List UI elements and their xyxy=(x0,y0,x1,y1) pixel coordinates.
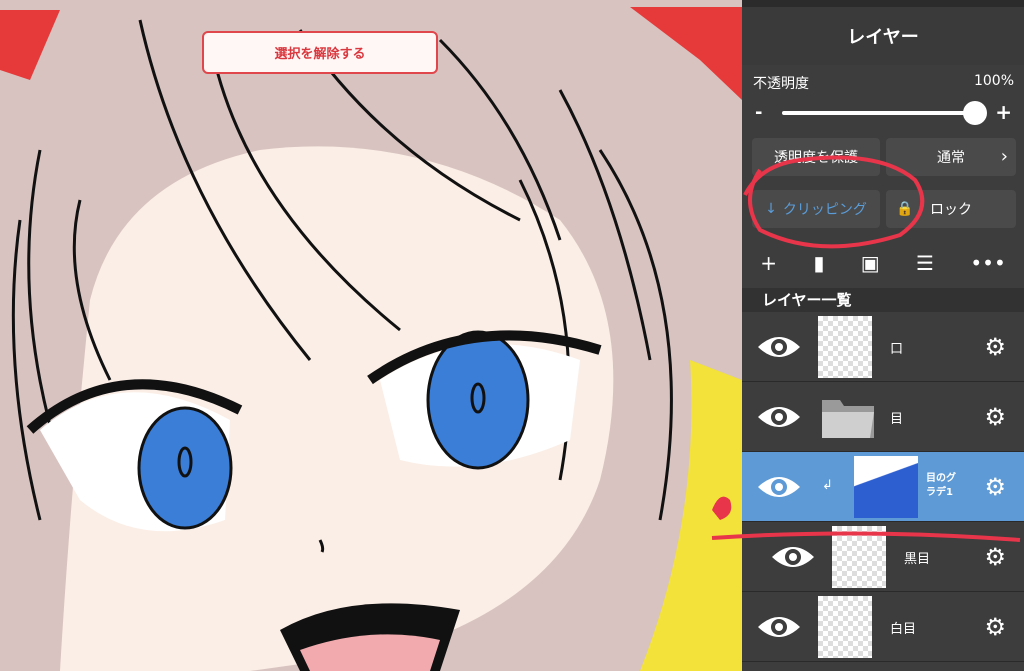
clipping-button[interactable]: ↓ クリッピング xyxy=(752,190,880,228)
layer-row[interactable]: 黒目 ⚙ xyxy=(742,522,1024,592)
lock-icon: 🔒 xyxy=(896,201,914,217)
layer-name: 目のグラデ1 xyxy=(926,473,956,498)
trash-icon[interactable]: ▮ xyxy=(813,251,824,275)
layer-row[interactable]: 白目 ⚙ xyxy=(742,592,1024,662)
clip-arrow-icon: ↲ xyxy=(822,478,833,493)
blend-mode-label: 通常 xyxy=(937,150,965,166)
layer-row[interactable]: 目 ⚙ xyxy=(742,382,1024,452)
eye-icon[interactable] xyxy=(752,465,806,509)
artwork xyxy=(0,0,742,671)
protect-alpha-label: 透明度を保護 xyxy=(774,150,858,166)
drawing-canvas[interactable]: 選択を解除する xyxy=(0,0,742,671)
layer-thumbnail xyxy=(854,456,918,518)
panel-title: レイヤー xyxy=(742,7,1024,65)
layer-name: 目 xyxy=(890,412,904,427)
opacity-slider-thumb[interactable] xyxy=(963,101,987,125)
eye-icon[interactable] xyxy=(752,395,806,439)
add-layer-icon[interactable]: + xyxy=(760,251,777,275)
folder-icon xyxy=(822,400,874,438)
layer-panel: レイヤー 不透明度 100% - + 透明度を保護 通常 › ↓ クリッピング 🔒 ロ… xyxy=(742,7,1024,671)
gear-icon[interactable]: ⚙ xyxy=(984,612,1006,642)
layer-row-selected[interactable]: ↲ 目のグラデ1 ⚙ xyxy=(742,452,1024,522)
lock-button[interactable]: 🔒 ロック xyxy=(886,190,1016,228)
layer-name: 口 xyxy=(890,342,904,357)
opacity-decrease-button[interactable]: - xyxy=(755,102,762,123)
eye-icon[interactable] xyxy=(752,325,806,369)
gear-icon[interactable]: ⚙ xyxy=(984,472,1006,502)
layer-row[interactable]: 口 ⚙ xyxy=(742,312,1024,382)
opacity-label: 不透明度 xyxy=(753,76,809,92)
layer-list-title: レイヤー一覧 xyxy=(742,288,1024,312)
clip-arrow-icon: ↓ xyxy=(765,201,777,217)
gear-icon[interactable]: ⚙ xyxy=(984,542,1006,572)
blend-mode-button[interactable]: 通常 › xyxy=(886,138,1016,176)
gear-icon[interactable]: ⚙ xyxy=(984,402,1006,432)
image-icon[interactable]: ▣ xyxy=(861,251,880,275)
opacity-value: 100% xyxy=(973,73,1014,89)
eye-icon[interactable] xyxy=(766,535,820,579)
protect-alpha-button[interactable]: 透明度を保護 xyxy=(752,138,880,176)
more-icon[interactable]: ••• xyxy=(970,251,1005,275)
clipping-label: クリッピング xyxy=(782,202,867,218)
layer-thumbnail xyxy=(818,316,872,378)
chevron-right-icon: › xyxy=(1000,146,1008,167)
layer-thumbnail xyxy=(832,526,886,588)
eye-icon[interactable] xyxy=(752,605,806,649)
deselect-button[interactable]: 選択を解除する xyxy=(202,31,438,74)
layer-name: 白目 xyxy=(890,622,917,637)
opacity-slider[interactable] xyxy=(782,111,978,115)
lock-label: ロック xyxy=(930,202,972,218)
layer-toolbar: + ▮ ▣ ☰ ••• xyxy=(742,245,1024,281)
list-icon[interactable]: ☰ xyxy=(916,251,934,275)
gear-icon[interactable]: ⚙ xyxy=(984,332,1006,362)
layer-name: 黒目 xyxy=(904,552,931,567)
layer-list: 口 ⚙ 目 ⚙ ↲ 目のグラデ1 ⚙ 黒目 ⚙ 白目 ⚙ xyxy=(742,312,1024,662)
layer-thumbnail xyxy=(818,596,872,658)
opacity-increase-button[interactable]: + xyxy=(995,100,1012,124)
